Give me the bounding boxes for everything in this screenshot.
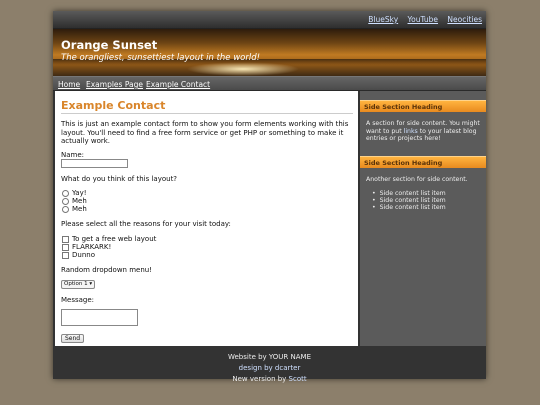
header-banner: Orange Sunset The orangliest, sunsetties… (53, 29, 486, 76)
reasons-label: Please select all the reasons for your v… (61, 220, 231, 228)
side-text-1b-post: to your latest blog (417, 127, 477, 135)
side-list-item: Side content list item (372, 204, 446, 211)
neocities-link[interactable]: Neocities (447, 15, 482, 24)
design-credit-link[interactable]: design by dcarter (239, 364, 301, 372)
checkbox-dunno-label: Dunno (72, 251, 95, 259)
message-label: Message: (61, 296, 95, 304)
message-textarea[interactable] (61, 309, 138, 326)
question-label: What do you think of this layout? (61, 175, 178, 183)
side-links-link[interactable]: links (404, 128, 418, 135)
footer-design-credit: design by dcarter (53, 364, 486, 372)
chevron-down-icon: ▾ (89, 281, 93, 287)
side-list-item: Side content list item (372, 190, 446, 197)
site-tagline: The orangliest, sunsettiest layout in th… (61, 53, 261, 63)
radio-meh-2-label: Meh (72, 205, 87, 213)
site-title: Orange Sunset (61, 38, 158, 52)
intro-text-line-2: layout. You'll need to find a free form … (61, 128, 344, 137)
intro-text-line-1: This is just an example contact form to … (61, 120, 349, 128)
radio-meh-1[interactable] (62, 198, 69, 205)
nav-home[interactable]: Home (58, 80, 80, 89)
main-content: Example Contact This is just an example … (55, 91, 358, 346)
dropdown-value: Option 1 (64, 281, 88, 287)
side-text-1b: want to put links to your latest blog (366, 128, 482, 136)
scott-link[interactable]: Scott (289, 375, 307, 383)
page-heading: Example Contact (61, 99, 353, 114)
nav-bar: Home Examples Page Example Contact (53, 76, 486, 91)
sidebar: Side Section Heading A section for side … (360, 91, 486, 346)
nav-examples-page[interactable]: Examples Page (86, 80, 143, 89)
side-text-1b-pre: want to put (366, 127, 404, 135)
radio-yay[interactable] (62, 190, 69, 197)
random-dropdown[interactable]: Option 1 ▾ (61, 280, 96, 289)
checkbox-dunno[interactable] (62, 252, 69, 259)
footer-credit: Website by YOUR NAME (227, 353, 312, 361)
youtube-link[interactable]: YouTube (408, 15, 439, 24)
checkbox-flarkark[interactable] (62, 244, 69, 251)
side-list-item: Side content list item (372, 197, 446, 204)
footer: Website by YOUR NAME design by dcarter N… (53, 349, 486, 383)
side-list: Side content list item Side content list… (372, 190, 446, 211)
send-button[interactable]: Send (61, 334, 85, 343)
new-version-text: New version by (232, 375, 289, 383)
radio-meh-2[interactable] (62, 206, 69, 213)
bluesky-link[interactable]: BlueSky (368, 15, 398, 24)
page-container: BlueSky YouTube Neocities Orange Sunset … (53, 11, 486, 383)
top-links: BlueSky YouTube Neocities (361, 15, 482, 24)
dropdown-label: Random dropdown menu! (61, 266, 153, 274)
checkbox-free-layout[interactable] (62, 236, 69, 243)
side-text-2: Another section for side content. (366, 176, 468, 183)
footer-new-version: New version by Scott (53, 375, 486, 383)
nav-example-contact[interactable]: Example Contact (146, 80, 210, 89)
side-text-1a: A section for side content. You might (366, 120, 480, 127)
name-input[interactable] (61, 159, 128, 168)
side-heading-2: Side Section Heading (360, 156, 486, 168)
intro-text-line-3: actually work. (61, 137, 111, 145)
top-bar: BlueSky YouTube Neocities (53, 11, 486, 29)
side-heading-1: Side Section Heading (360, 100, 486, 112)
side-text-1: A section for side content. You might wa… (366, 120, 482, 143)
side-text-1c: entries or projects here! (366, 135, 441, 142)
